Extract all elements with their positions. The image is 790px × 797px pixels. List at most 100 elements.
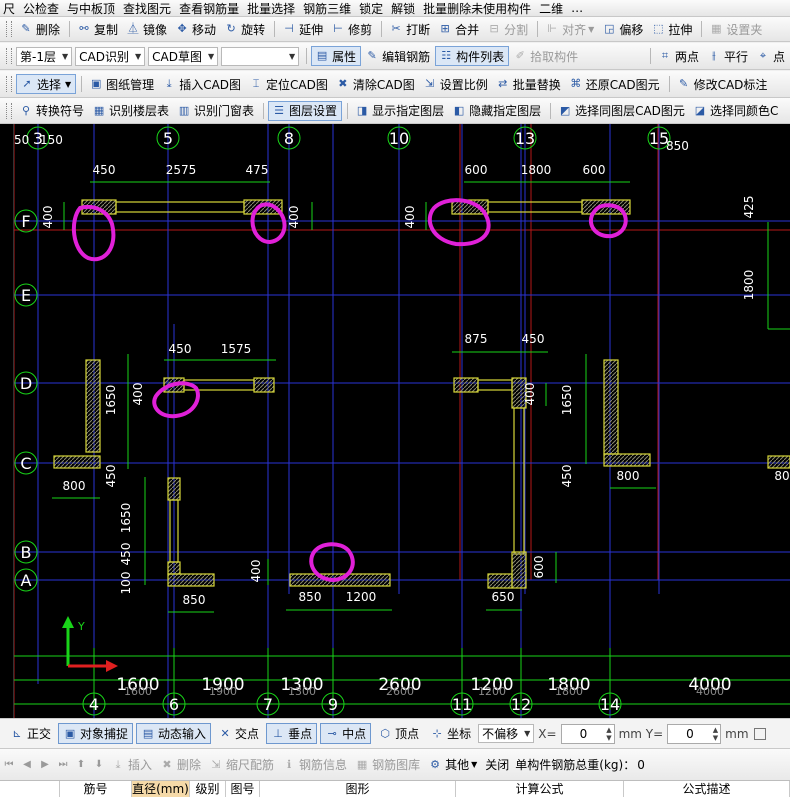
grid-header-figure-number[interactable]: 图号 [226,781,260,797]
select-button[interactable]: ➚ 选择 ▼ [16,74,77,94]
grid-header-diameter[interactable]: 直径(mm) [132,781,190,797]
replace-icon: ⇄ [498,77,508,90]
pick-component-button[interactable]: ✐ 拾取构件 [510,46,582,66]
type-select[interactable]: CAD草图 ▼ [148,46,219,66]
spinner-icon[interactable]: ▲ ▼ [713,726,718,742]
select-same-layer-button[interactable]: ◩ 选择同图层CAD图元 [555,101,689,121]
first-record-icon[interactable]: ⏮ [2,758,16,772]
toolbar-top-item-6[interactable]: 钢筋三维 [300,0,355,16]
other-menu-button[interactable]: ⚙ 其他 ▼ [425,755,481,775]
y-coordinate-input[interactable]: 0 ▲ ▼ [667,723,722,744]
intersection-snap-button[interactable]: ✕ 交点 [214,723,263,744]
toolbar-top-item-2[interactable]: 与中板顶 [64,0,119,16]
set-grip-button[interactable]: ▦ 设置夹 [706,19,766,39]
batch-replace-button[interactable]: ⇄ 批量替换 [493,74,565,94]
total-weight-value: 0 [637,757,645,772]
two-points-button[interactable]: ⌗ 两点 [655,46,703,66]
toolbar-grip[interactable] [6,21,12,37]
move-up-icon[interactable]: ⬆ [74,758,88,772]
trim-button[interactable]: ⊢ 修剪 [328,19,376,39]
toolbar-grip[interactable] [6,48,12,64]
spinner-icon[interactable]: ▲ ▼ [606,726,611,742]
rebar-info-button[interactable]: ℹ 钢筋信息 [279,755,351,775]
move-down-icon[interactable]: ⬇ [92,758,106,772]
layer-settings-button[interactable]: ☰ 图层设置 [268,100,343,121]
toolbar-top-item-10[interactable]: 二维 [536,0,567,16]
cad-drawing[interactable]: Y 3 5 8 10 13 15FEDCBA4 6 7 9 11 12 14 16001600 1900… [0,124,790,718]
dynamic-input-button[interactable]: ▤ 动态输入 [136,723,212,744]
toolbar-top-item-5[interactable]: 批量选择 [244,0,299,16]
close-button[interactable]: 关闭 [482,755,513,775]
split-button[interactable]: ⊟ 分割 [484,19,532,39]
convert-symbol-button[interactable]: ⚲ 转换符号 [16,101,88,121]
grid-header-formula-description[interactable]: 公式描述 [624,781,790,797]
toolbar-top-item-11[interactable]: … [568,0,587,16]
object-snap-button[interactable]: ▣ 对象捕捉 [58,723,134,744]
set-scale-button[interactable]: ⇲ 设置比例 [420,74,492,94]
offset-mode-select[interactable]: 不偏移 ▼ [478,724,535,743]
parallel-button[interactable]: ⫲ 平行 [704,46,752,66]
rotate-button[interactable]: ↻ 旋转 [221,19,269,39]
midpoint-snap-button[interactable]: ⊸ 中点 [320,723,372,744]
toolbar-top-item-9[interactable]: 批量删除未使用构件 [420,0,535,16]
toolbar-top-item-3[interactable]: 查找图元 [120,0,175,16]
identify-door-window-button[interactable]: ▥ 识别门窗表 [174,101,258,121]
mirror-button[interactable]: ⏅ 镜像 [123,19,171,39]
rebar-library-button[interactable]: ▦ 钢筋图库 [352,755,424,775]
offset-button[interactable]: ◲ 偏移 [599,19,647,39]
copy-button[interactable]: ⚯ 复制 [74,19,122,39]
toolbar-top-item-1[interactable]: 公检查 [20,0,63,16]
component-list-button[interactable]: ☷ 构件列表 [435,46,510,66]
vertex-snap-button[interactable]: ⬡ 顶点 [374,723,423,744]
stretch-button[interactable]: ⬚ 拉伸 [648,19,696,39]
toolbar-top-item-8[interactable]: 解锁 [388,0,419,16]
break-icon: ✂ [391,22,401,35]
drawing-manage-button[interactable]: ▣ 图纸管理 [86,74,158,94]
grid-header-grade[interactable]: 级别 [190,781,226,797]
move-button[interactable]: ✥ 移动 [172,19,220,39]
bottom-dimension-shadow: 1300 [288,685,316,698]
hide-layer-button[interactable]: ◧ 隐藏指定图层 [449,101,545,121]
toolbar-top-item-4[interactable]: 查看钢筋量 [176,0,243,16]
merge-button[interactable]: ⊞ 合并 [435,19,483,39]
delete-rebar-button[interactable]: ✖ 删除 [157,755,205,775]
identify-floor-table-button[interactable]: ▦ 识别楼层表 [89,101,173,121]
toolbar-grip[interactable] [6,102,12,119]
component-select[interactable]: ▼ [221,46,300,66]
axis-bubble-top-label: 13 [515,129,535,148]
select-same-color-button[interactable]: ◪ 选择同颜色C [690,101,782,121]
grid-header-formula[interactable]: 计算公式 [456,781,624,797]
insert-rebar-button[interactable]: ⤓ 插入 [108,755,156,775]
scale-rebar-button[interactable]: ⇲ 缩尺配筋 [206,755,278,775]
last-record-icon[interactable]: ⏭ [56,758,70,772]
restore-cad-button[interactable]: ⌘ 还原CAD图元 [566,74,664,94]
attributes-button[interactable]: ▤ 属性 [311,46,362,66]
extend-button[interactable]: ⊣ 延伸 [279,19,327,39]
delete-button[interactable]: ✎ 删除 [16,19,64,39]
dimension-text: 650 [492,590,515,604]
checkbox-icon[interactable] [753,727,766,740]
grid-header-shape[interactable]: 图形 [260,781,456,797]
break-button[interactable]: ✂ 打断 [386,19,434,39]
mode-select[interactable]: CAD识别 ▼ [75,46,146,66]
show-layer-button[interactable]: ◨ 显示指定图层 [352,101,448,121]
toolbar-top-item-0[interactable]: 尺 [0,0,19,16]
cad-canvas[interactable]: Y 3 5 8 10 13 15 F E D C B A 4 6 7 9 11 12 14 1600 1600 1900… [0,124,790,718]
x-coordinate-input[interactable]: 0 ▲ ▼ [560,723,615,744]
align-button[interactable]: ⊩ 对齐 ▼ [542,19,598,39]
coordinate-snap-button[interactable]: ⊹ 坐标 [426,723,475,744]
more-point-button[interactable]: ⌖ 点 [753,46,789,66]
perpendicular-snap-button[interactable]: ⊥ 垂点 [266,723,318,744]
floor-select[interactable]: 第-1层 ▼ [16,46,73,66]
next-record-icon[interactable]: ▶ [38,758,52,772]
edit-rebar-button[interactable]: ✎ 编辑钢筋 [362,46,434,66]
prev-record-icon[interactable]: ◀ [20,758,34,772]
grid-header-bar-number[interactable]: 筋号 [60,781,132,797]
locate-cad-button[interactable]: ⌶ 定位CAD图 [246,74,332,94]
insert-cad-button[interactable]: ⤓ 插入CAD图 [159,74,245,94]
toolbar-top-item-7[interactable]: 锁定 [356,0,387,16]
modify-cad-label-button[interactable]: ✎ 修改CAD标注 [674,74,772,94]
toolbar-grip[interactable] [6,76,12,92]
clear-cad-button[interactable]: ✖ 清除CAD图 [333,74,419,94]
ortho-button[interactable]: ⊾ 正交 [6,723,55,744]
